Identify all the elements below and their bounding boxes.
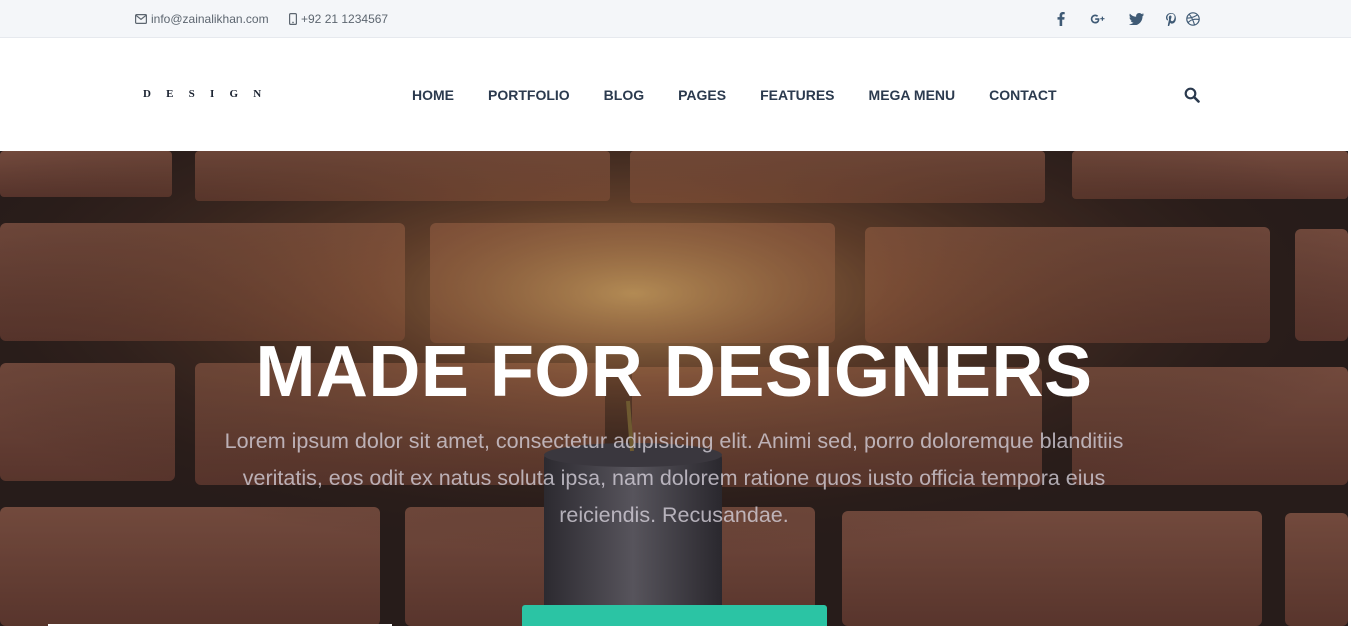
facebook-icon[interactable] [1054,11,1068,27]
hero-title: MADE FOR DESIGNERS [255,332,1093,412]
twitter-icon[interactable] [1128,11,1144,27]
contact-phone-text: +92 21 1234567 [301,12,389,26]
nav-item-features[interactable]: FEATURES [760,85,834,105]
search-icon[interactable] [1184,87,1200,103]
top-bar: info@zainalikhan.com +92 21 1234567 [0,0,1351,38]
dribbble-icon[interactable] [1186,11,1200,27]
contact-email-text: info@zainalikhan.com [151,12,269,26]
nav-item-blog[interactable]: BLOG [604,85,644,105]
nav-item-mega-menu[interactable]: MEGA MENU [869,85,956,105]
mobile-phone-icon [289,13,297,25]
nav-item-home[interactable]: HOME [412,85,454,105]
hero-section: MADE FOR DESIGNERS Lorem ipsum dolor sit… [0,151,1348,626]
hero-description: Lorem ipsum dolor sit amet, consectetur … [224,429,1124,527]
site-logo[interactable]: DESIGN [143,87,276,101]
social-links [1054,11,1200,27]
contact-email[interactable]: info@zainalikhan.com [135,12,269,26]
pinterest-icon[interactable] [1166,11,1176,27]
envelope-icon [135,14,147,24]
nav-item-portfolio[interactable]: PORTFOLIO [488,85,570,105]
google-plus-icon[interactable] [1090,11,1106,27]
main-nav: HOME PORTFOLIO BLOG PAGES FEATURES MEGA … [412,85,1057,105]
main-header: DESIGN HOME PORTFOLIO BLOG PAGES FEATURE… [0,39,1351,151]
hero-cta-button[interactable] [522,605,827,626]
nav-item-contact[interactable]: CONTACT [989,85,1056,105]
nav-item-pages[interactable]: PAGES [678,85,726,105]
contact-phone[interactable]: +92 21 1234567 [289,12,388,26]
